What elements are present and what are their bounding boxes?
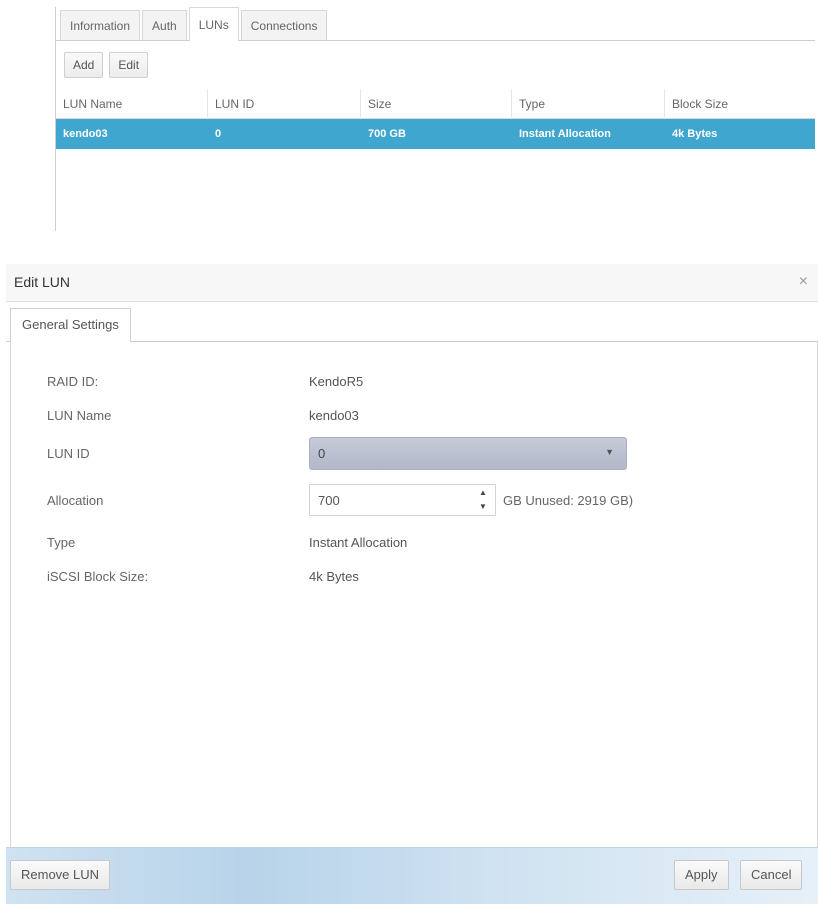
lun-list-panel: Information Auth LUNs Connections Add Ed… (55, 7, 815, 231)
lun-name-label: LUN Name (47, 408, 112, 423)
cancel-button[interactable]: Cancel (740, 860, 803, 890)
lun-id-label: LUN ID (47, 446, 90, 461)
lun-id-selected-value: 0 (318, 446, 326, 461)
arrow-up-icon[interactable]: ▲ (473, 486, 493, 500)
raid-id-value: KendoR5 (309, 374, 364, 389)
allocation-stepper: ▲ ▼ (309, 484, 496, 516)
stepper-arrows: ▲ ▼ (473, 486, 493, 514)
chevron-down-icon[interactable]: ▼ (605, 447, 614, 457)
general-settings-panel: RAID ID: KendoR5 LUN Name kendo03 LUN ID… (10, 342, 818, 847)
type-value: Instant Allocation (309, 535, 408, 550)
cell-size: 700 GB (368, 128, 406, 140)
table-header: LUN Name LUN ID Size Type Block Size (56, 88, 815, 119)
tab-information[interactable]: Information (60, 10, 141, 40)
dialog-titlebar[interactable]: Edit LUN × (6, 264, 818, 302)
tab-connections[interactable]: Connections (240, 10, 328, 40)
cell-lun-name: kendo03 (63, 128, 108, 140)
arrow-down-icon[interactable]: ▼ (473, 500, 493, 514)
dialog-title: Edit LUN (14, 274, 71, 290)
dialog-footer: Remove LUN Apply Cancel (6, 847, 818, 904)
column-header-block-size[interactable]: Block Size (665, 89, 815, 119)
lun-id-select[interactable]: 0 ▼ (309, 437, 627, 470)
cell-lun-id: 0 (215, 128, 222, 140)
remove-lun-button[interactable]: Remove LUN (10, 860, 111, 890)
block-size-label: iSCSI Block Size: (47, 569, 149, 584)
type-label: Type (47, 535, 76, 550)
apply-button[interactable]: Apply (674, 860, 729, 890)
close-icon[interactable]: × (799, 273, 808, 291)
cell-type: Instant Allocation (519, 128, 611, 140)
block-size-value: 4k Bytes (309, 569, 359, 584)
top-tab-bar: Information Auth LUNs Connections (56, 7, 815, 41)
column-header-size[interactable]: Size (361, 88, 512, 119)
lun-name-value: kendo03 (309, 408, 359, 423)
tab-auth[interactable]: Auth (142, 10, 187, 40)
column-header-lun-id[interactable]: LUN ID (208, 88, 361, 119)
cell-block-size: 4k Bytes (672, 128, 718, 140)
allocation-unit-text: GB Unused: 2919 GB) (503, 493, 634, 508)
add-button[interactable]: Add (64, 52, 104, 78)
allocation-label: Allocation (47, 493, 104, 508)
column-header-lun-name[interactable]: LUN Name (56, 88, 208, 119)
tab-luns[interactable]: LUNs (188, 7, 239, 41)
column-header-type[interactable]: Type (512, 88, 665, 119)
allocation-input[interactable] (310, 485, 470, 515)
lun-table: LUN Name LUN ID Size Type Block Size ken… (56, 88, 815, 149)
edit-lun-dialog: Edit LUN × General Settings RAID ID: Ken… (6, 264, 818, 904)
edit-button[interactable]: Edit (109, 52, 149, 78)
table-row[interactable]: kendo03 0 700 GB Instant Allocation 4k B… (56, 119, 815, 149)
tab-general-settings[interactable]: General Settings (10, 308, 131, 343)
lun-toolbar: Add Edit (56, 41, 815, 89)
raid-id-label: RAID ID: (47, 374, 99, 389)
dialog-tab-bar: General Settings (6, 302, 818, 343)
